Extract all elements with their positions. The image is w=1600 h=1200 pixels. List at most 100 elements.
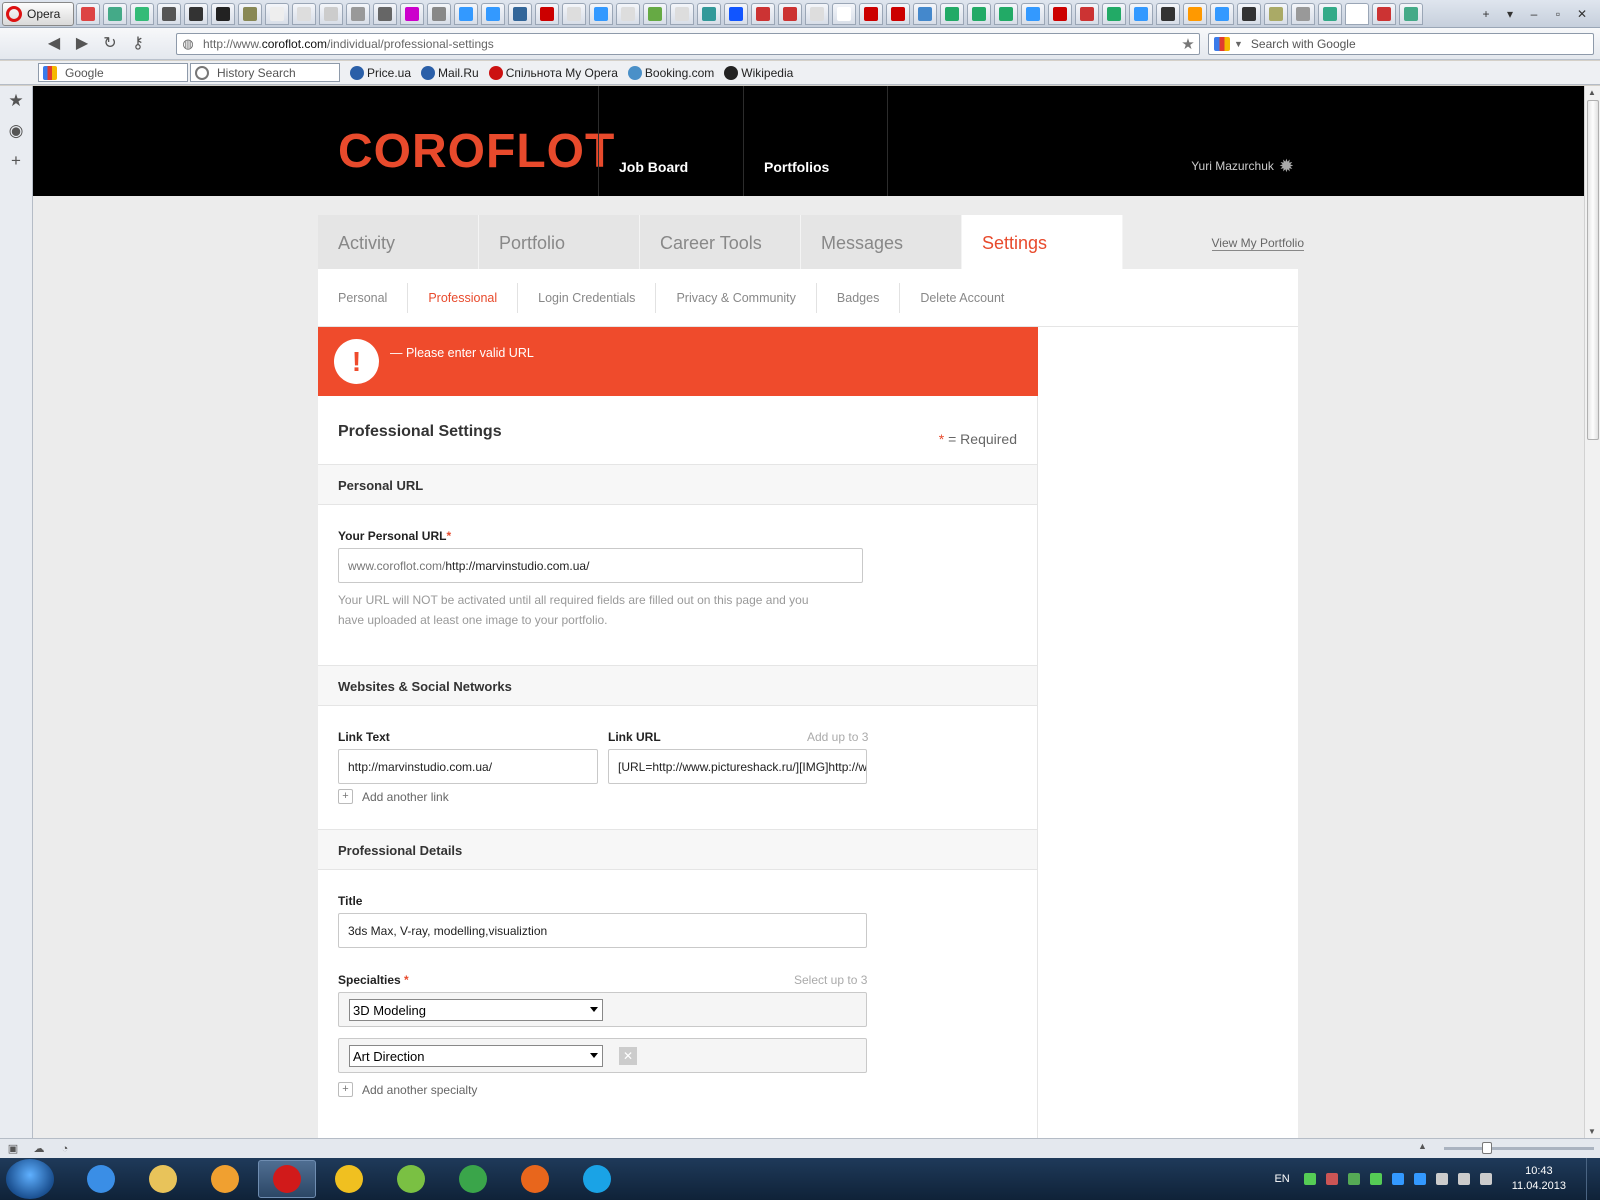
taskbar-app-ie[interactable] [72,1160,130,1198]
browser-tab[interactable] [427,2,451,25]
title-input[interactable]: 3ds Max, V-ray, modelling,visualiztion [338,913,867,948]
add-another-link-button[interactable]: + Add another link [338,789,449,804]
subtab-badges[interactable]: Badges [817,282,901,313]
scroll-thumb[interactable] [1587,100,1599,440]
page-scrollbar[interactable]: ▲ ▼ [1584,86,1600,1138]
browser-tab[interactable] [616,2,640,25]
browser-tab[interactable] [724,2,748,25]
link-text-input[interactable]: http://marvinstudio.com.ua/ [338,749,598,784]
tab-career-tools[interactable]: Career Tools [640,215,801,269]
tray-app-icon[interactable] [1303,1173,1316,1185]
browser-tab[interactable] [1183,2,1207,25]
browser-tab[interactable] [508,2,532,25]
browser-tab[interactable] [1048,2,1072,25]
subtab-personal[interactable]: Personal [338,282,409,313]
user-menu[interactable]: Yuri Mazurchuk ✹ [1191,157,1294,175]
browser-tab[interactable] [1075,2,1099,25]
browser-tab[interactable] [886,2,910,25]
browser-tab[interactable] [1102,2,1126,25]
browser-tab[interactable] [1345,2,1369,25]
clock[interactable]: 10:43 11.04.2013 [1512,1164,1566,1194]
close-window-icon[interactable]: ✕ [1570,5,1594,23]
tab-messages[interactable]: Messages [801,215,962,269]
subtab-delete-account[interactable]: Delete Account [900,283,1024,313]
browser-tab[interactable] [1021,2,1045,25]
specialty-select-1[interactable]: 3D Modeling [349,999,603,1021]
tray-app-icon[interactable] [1391,1173,1404,1185]
nav-portfolios[interactable]: Portfolios [743,86,888,196]
taskbar-app-app-green[interactable] [382,1160,440,1198]
browser-tab[interactable] [913,2,937,25]
subtab-login-credentials[interactable]: Login Credentials [518,282,657,313]
subtab-professional[interactable]: Professional [408,282,519,313]
browser-tab[interactable] [1237,2,1261,25]
zoom-up-icon[interactable]: ▲ [1418,1141,1427,1151]
browser-tab[interactable] [400,2,424,25]
browser-tab[interactable] [157,2,181,25]
scroll-up-icon[interactable]: ▲ [1588,88,1596,97]
browser-tab[interactable] [76,2,100,25]
taskbar-app-utorrent[interactable] [444,1160,502,1198]
minimize-icon[interactable]: – [1522,5,1546,23]
browser-tab[interactable] [832,2,856,25]
browser-tab[interactable] [238,2,262,25]
tray-app-icon[interactable] [1457,1173,1470,1185]
browser-tab[interactable] [346,2,370,25]
browser-tab[interactable] [265,2,289,25]
link-url-input[interactable]: [URL=http://www.pictureshack.ru/][IMG]ht… [608,749,867,784]
zoom-slider-handle[interactable] [1482,1142,1492,1154]
reload-icon[interactable]: ↻ [96,32,124,56]
forward-icon[interactable]: ▶ [68,32,96,56]
specialty-select-2[interactable]: Art Direction [349,1045,603,1067]
browser-tab[interactable] [859,2,883,25]
tray-app-icon[interactable] [1325,1173,1338,1185]
browser-tab[interactable] [211,2,235,25]
new-tab-icon[interactable]: + [1474,5,1498,23]
gear-icon[interactable]: ✹ [1279,157,1294,175]
browser-tab[interactable] [643,2,667,25]
bookmark-link[interactable]: Price.ua [350,65,411,80]
browser-tab[interactable] [1318,2,1342,25]
search-engine-dropdown-icon[interactable]: ▼ [1234,39,1243,49]
bookmark-google-search-field[interactable]: Google [38,63,188,82]
browser-tab[interactable] [103,2,127,25]
show-desktop-button[interactable] [1586,1158,1600,1200]
taskbar-app-explorer[interactable] [134,1160,192,1198]
browser-tab[interactable] [184,2,208,25]
maximize-icon[interactable]: ▫ [1546,5,1570,23]
browser-tab[interactable] [589,2,613,25]
browser-tab[interactable] [1291,2,1315,25]
tray-app-icon[interactable] [1435,1173,1448,1185]
taskbar-app-skype[interactable] [568,1160,626,1198]
taskbar-app-firefox[interactable] [506,1160,564,1198]
tab-list-icon[interactable]: ▾ [1498,5,1522,23]
browser-tab[interactable] [994,2,1018,25]
browser-tab[interactable] [751,2,775,25]
browser-tab[interactable] [373,2,397,25]
browser-tab[interactable] [967,2,991,25]
add-panel-icon[interactable]: + [0,146,32,176]
view-my-portfolio-link[interactable]: View My Portfolio [1211,236,1304,251]
coroflot-logo[interactable]: COROFLOT [338,124,615,179]
tray-app-icon[interactable] [1369,1173,1382,1185]
browser-tab[interactable] [940,2,964,25]
browser-tab[interactable] [319,2,343,25]
personal-url-input[interactable]: www.coroflot.com/http://marvinstudio.com… [338,548,863,583]
browser-tab[interactable] [1129,2,1153,25]
bookmark-link[interactable]: Спільнота My Opera [488,65,618,80]
wand-key-icon[interactable]: ⚷ [124,32,152,56]
browser-tab[interactable] [670,2,694,25]
opera-unite-icon[interactable]: ☁ [26,1142,52,1155]
bookmark-star-icon[interactable]: ★ [1177,35,1199,53]
subtab-privacy-community[interactable]: Privacy & Community [656,282,817,313]
browser-tab[interactable] [778,2,802,25]
browser-tab[interactable] [1372,2,1396,25]
tab-settings[interactable]: Settings [962,215,1123,269]
search-input[interactable]: ▼ Search with Google [1208,33,1594,55]
browser-tab[interactable] [535,2,559,25]
tab-portfolio[interactable]: Portfolio [479,215,640,269]
browser-tab[interactable] [130,2,154,25]
browser-tab[interactable] [292,2,316,25]
browser-tab[interactable] [1399,2,1423,25]
language-indicator[interactable]: EN [1274,1173,1289,1185]
